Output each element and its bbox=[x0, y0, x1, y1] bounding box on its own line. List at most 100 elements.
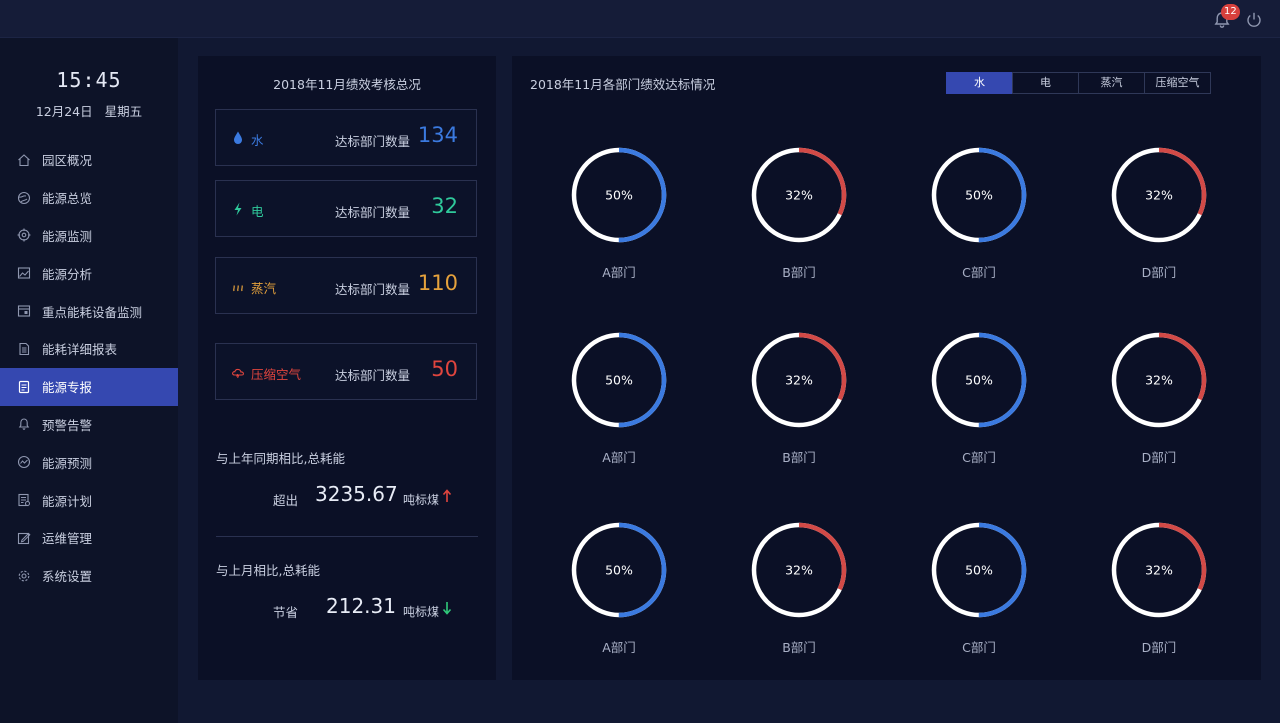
tab-water[interactable]: 水 bbox=[946, 72, 1013, 94]
sidebar-item-energy-plan[interactable]: 能源计划 bbox=[0, 481, 178, 519]
steam-count-value: 110 bbox=[417, 271, 458, 295]
department-label: D部门 bbox=[1141, 265, 1177, 280]
steam-stat-card[interactable]: 蒸汽 达标部门数量 110 bbox=[215, 257, 477, 314]
donut-chart: 32% bbox=[751, 147, 847, 243]
app-window: 12 15:45 12月24日 星期五 园区概况 能源总览 能源监测 能源分析 … bbox=[0, 0, 1280, 723]
department-label: C部门 bbox=[962, 450, 996, 465]
donut-B部门[interactable]: 32% B部门 bbox=[749, 145, 849, 281]
donut-percent: 32% bbox=[1145, 373, 1173, 388]
donut-percent: 50% bbox=[965, 373, 993, 388]
compressed-air-label: 压缩空气 bbox=[251, 367, 302, 382]
divider bbox=[216, 536, 478, 537]
donut-chart: 50% bbox=[571, 147, 667, 243]
sidebar-item-energy-monitoring[interactable]: 能源监测 bbox=[0, 217, 178, 255]
sidebar-item-label: 系统设置 bbox=[42, 569, 93, 585]
donut-percent: 50% bbox=[605, 373, 633, 388]
donut-A部门[interactable]: 50% A部门 bbox=[569, 520, 669, 656]
donut-B部门[interactable]: 32% B部门 bbox=[749, 520, 849, 656]
department-label: A部门 bbox=[602, 640, 636, 655]
department-label: A部门 bbox=[602, 450, 636, 465]
home-icon bbox=[17, 153, 31, 167]
sidebar: 15:45 12月24日 星期五 园区概况 能源总览 能源监测 能源分析 重点能… bbox=[0, 38, 178, 723]
department-title: 2018年11月各部门绩效达标情况 bbox=[530, 77, 716, 92]
donut-D部门[interactable]: 32% D部门 bbox=[1109, 520, 1209, 656]
sidebar-item-energy-forecast[interactable]: 能源预测 bbox=[0, 443, 178, 481]
donut-percent: 32% bbox=[785, 563, 813, 578]
notification-count-badge: 12 bbox=[1221, 4, 1240, 20]
mom-unit: 吨标煤 bbox=[403, 605, 440, 619]
mom-value: 212.31 bbox=[326, 594, 396, 618]
tab-compressed-air[interactable]: 压缩空气 bbox=[1144, 72, 1211, 94]
donut-chart: 32% bbox=[1111, 332, 1207, 428]
water-count-value: 134 bbox=[417, 123, 458, 147]
donut-percent: 32% bbox=[785, 188, 813, 203]
donut-chart: 32% bbox=[1111, 147, 1207, 243]
sidebar-item-overview[interactable]: 园区概况 bbox=[0, 141, 178, 179]
sidebar-item-key-device-monitoring[interactable]: 重点能耗设备监测 bbox=[0, 292, 178, 330]
sidebar-item-energy-overview[interactable]: 能源总览 bbox=[0, 179, 178, 217]
bell-icon bbox=[17, 417, 31, 431]
department-label: B部门 bbox=[782, 640, 816, 655]
sidebar-item-energy-report[interactable]: 能源专报 bbox=[0, 367, 178, 406]
sidebar-item-energy-analysis[interactable]: 能源分析 bbox=[0, 254, 178, 292]
mom-comparison-row: 节省 212.31 吨标煤 bbox=[198, 594, 496, 624]
water-count-label: 达标部门数量 bbox=[335, 134, 411, 149]
donut-D部门[interactable]: 32% D部门 bbox=[1109, 145, 1209, 281]
donut-A部门[interactable]: 50% A部门 bbox=[569, 145, 669, 281]
edit-icon bbox=[17, 531, 31, 545]
donut-chart: 32% bbox=[751, 332, 847, 428]
water-stat-card[interactable]: 水 达标部门数量 134 bbox=[215, 109, 477, 166]
sidebar-item-operations[interactable]: 运维管理 bbox=[0, 519, 178, 557]
donut-B部门[interactable]: 32% B部门 bbox=[749, 330, 849, 466]
sidebar-item-label: 能源专报 bbox=[42, 380, 93, 396]
energy-type-tabs: 水 电 蒸汽 压缩空气 bbox=[946, 72, 1211, 94]
clock-time: 15:45 bbox=[56, 68, 122, 92]
tab-steam[interactable]: 蒸汽 bbox=[1078, 72, 1145, 94]
donut-D部门[interactable]: 32% D部门 bbox=[1109, 330, 1209, 466]
donut-chart: 50% bbox=[931, 147, 1027, 243]
target-icon bbox=[17, 228, 31, 242]
department-panel: 2018年11月各部门绩效达标情况 水 电 蒸汽 压缩空气 50% A部门 32% B… bbox=[512, 56, 1261, 680]
donut-A部门[interactable]: 50% A部门 bbox=[569, 330, 669, 466]
sidebar-item-alerts[interactable]: 预警告警 bbox=[0, 406, 178, 444]
document-icon bbox=[17, 380, 31, 394]
arrow-down-icon bbox=[442, 600, 452, 616]
sidebar-item-label: 能源监测 bbox=[42, 228, 93, 244]
department-label: B部门 bbox=[782, 450, 816, 465]
sidebar-item-detailed-report[interactable]: 能耗详细报表 bbox=[0, 330, 178, 368]
donut-chart: 50% bbox=[931, 522, 1027, 618]
electricity-stat-card[interactable]: 电 达标部门数量 32 bbox=[215, 180, 477, 237]
electricity-count-value: 32 bbox=[431, 194, 458, 218]
donut-chart: 32% bbox=[1111, 522, 1207, 618]
donut-C部门[interactable]: 50% C部门 bbox=[929, 330, 1029, 466]
tab-electricity[interactable]: 电 bbox=[1012, 72, 1079, 94]
donut-chart: 50% bbox=[571, 522, 667, 618]
lightning-icon bbox=[231, 201, 245, 217]
compressed-air-count-label: 达标部门数量 bbox=[335, 368, 411, 383]
department-label: B部门 bbox=[782, 265, 816, 280]
sidebar-item-system-settings[interactable]: 系统设置 bbox=[0, 557, 178, 595]
sidebar-item-label: 重点能耗设备监测 bbox=[42, 304, 143, 320]
donut-percent: 32% bbox=[1145, 188, 1173, 203]
cloud-icon bbox=[231, 364, 245, 380]
donut-C部门[interactable]: 50% C部门 bbox=[929, 145, 1029, 281]
weekday-text: 星期五 bbox=[104, 104, 143, 119]
compressed-air-count-value: 50 bbox=[431, 357, 458, 381]
yoy-comparison-row: 超出 3235.67 吨标煤 bbox=[198, 482, 496, 512]
compressed-air-stat-card[interactable]: 压缩空气 达标部门数量 50 bbox=[215, 343, 477, 400]
summary-title: 2018年11月绩效考核总况 bbox=[273, 77, 421, 92]
report-icon bbox=[17, 342, 31, 356]
device-icon bbox=[17, 304, 31, 318]
donut-chart: 50% bbox=[571, 332, 667, 428]
power-icon[interactable] bbox=[1244, 10, 1264, 30]
electricity-count-label: 达标部门数量 bbox=[335, 205, 411, 220]
donut-percent: 50% bbox=[965, 563, 993, 578]
gear-icon bbox=[17, 569, 31, 583]
arrow-up-icon bbox=[442, 488, 452, 504]
globe-icon bbox=[17, 191, 31, 205]
donut-C部门[interactable]: 50% C部门 bbox=[929, 520, 1029, 656]
department-label: C部门 bbox=[962, 265, 996, 280]
department-label: C部门 bbox=[962, 640, 996, 655]
sidebar-item-label: 能源分析 bbox=[42, 266, 93, 282]
mom-comparison-title: 与上月相比,总耗能 bbox=[216, 563, 320, 578]
